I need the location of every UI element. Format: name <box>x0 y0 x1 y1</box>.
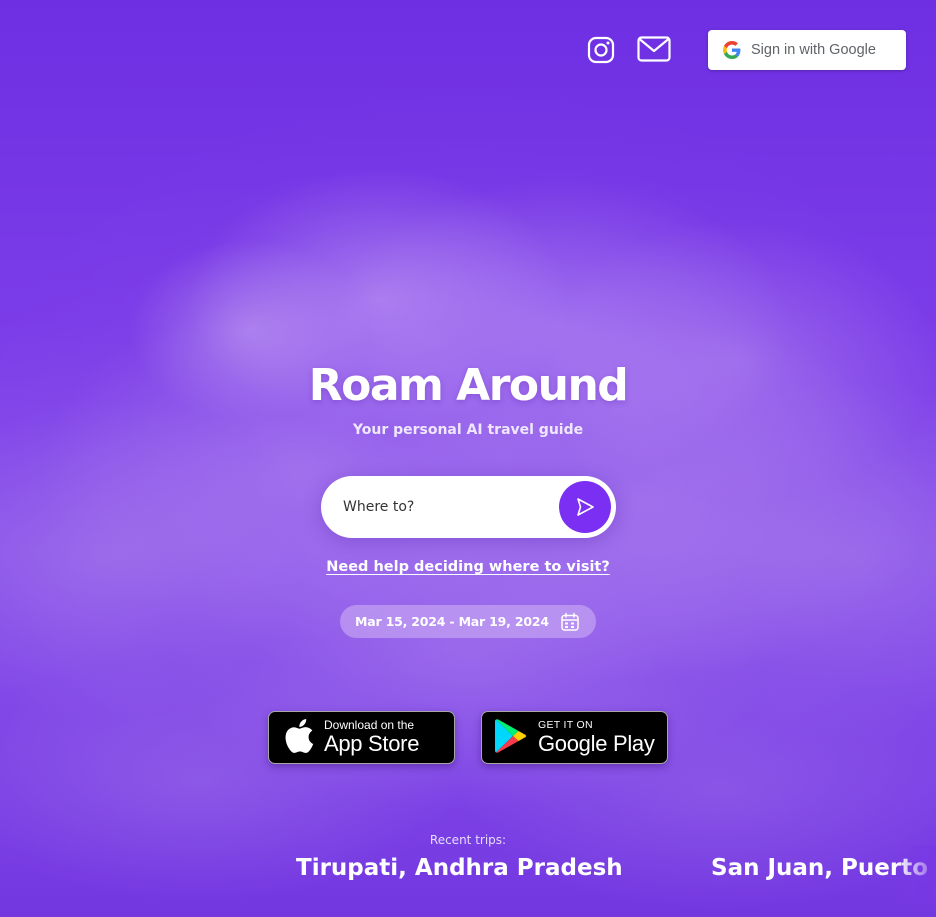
app-store-big-text: App Store <box>324 731 420 756</box>
google-play-icon <box>494 718 528 758</box>
google-play-big-text: Google Play <box>538 731 655 756</box>
google-play-badge[interactable]: GET IT ON Google Play <box>481 711 668 764</box>
recent-trip-item[interactable]: San Juan, Puerto <box>711 855 928 881</box>
search-submit-button[interactable] <box>559 481 611 533</box>
mail-icon[interactable] <box>636 33 672 65</box>
google-signin-button[interactable]: Sign in with Google <box>708 30 906 70</box>
google-signin-label: Sign in with Google <box>751 42 876 58</box>
recent-trips-label: Recent trips: <box>429 833 507 847</box>
date-range-label: Mar 15, 2024 - Mar 19, 2024 <box>355 614 549 629</box>
destination-search <box>321 476 616 538</box>
page-subtitle: Your personal AI travel guide <box>352 422 584 438</box>
page-title: Roam Around <box>308 360 629 411</box>
date-range-picker[interactable]: Mar 15, 2024 - Mar 19, 2024 <box>340 605 596 638</box>
send-icon <box>577 498 594 516</box>
recent-trip-item[interactable]: Tirupati, Andhra Pradesh <box>296 855 623 881</box>
google-icon <box>722 40 742 60</box>
calendar-icon <box>559 611 581 633</box>
destination-input[interactable] <box>343 476 553 538</box>
cloud-background <box>0 0 936 917</box>
app-store-badge[interactable]: Download on the App Store <box>268 711 455 764</box>
apple-icon <box>284 718 314 757</box>
instagram-icon[interactable] <box>586 33 616 67</box>
help-deciding-link[interactable]: Need help deciding where to visit? <box>0 559 936 575</box>
